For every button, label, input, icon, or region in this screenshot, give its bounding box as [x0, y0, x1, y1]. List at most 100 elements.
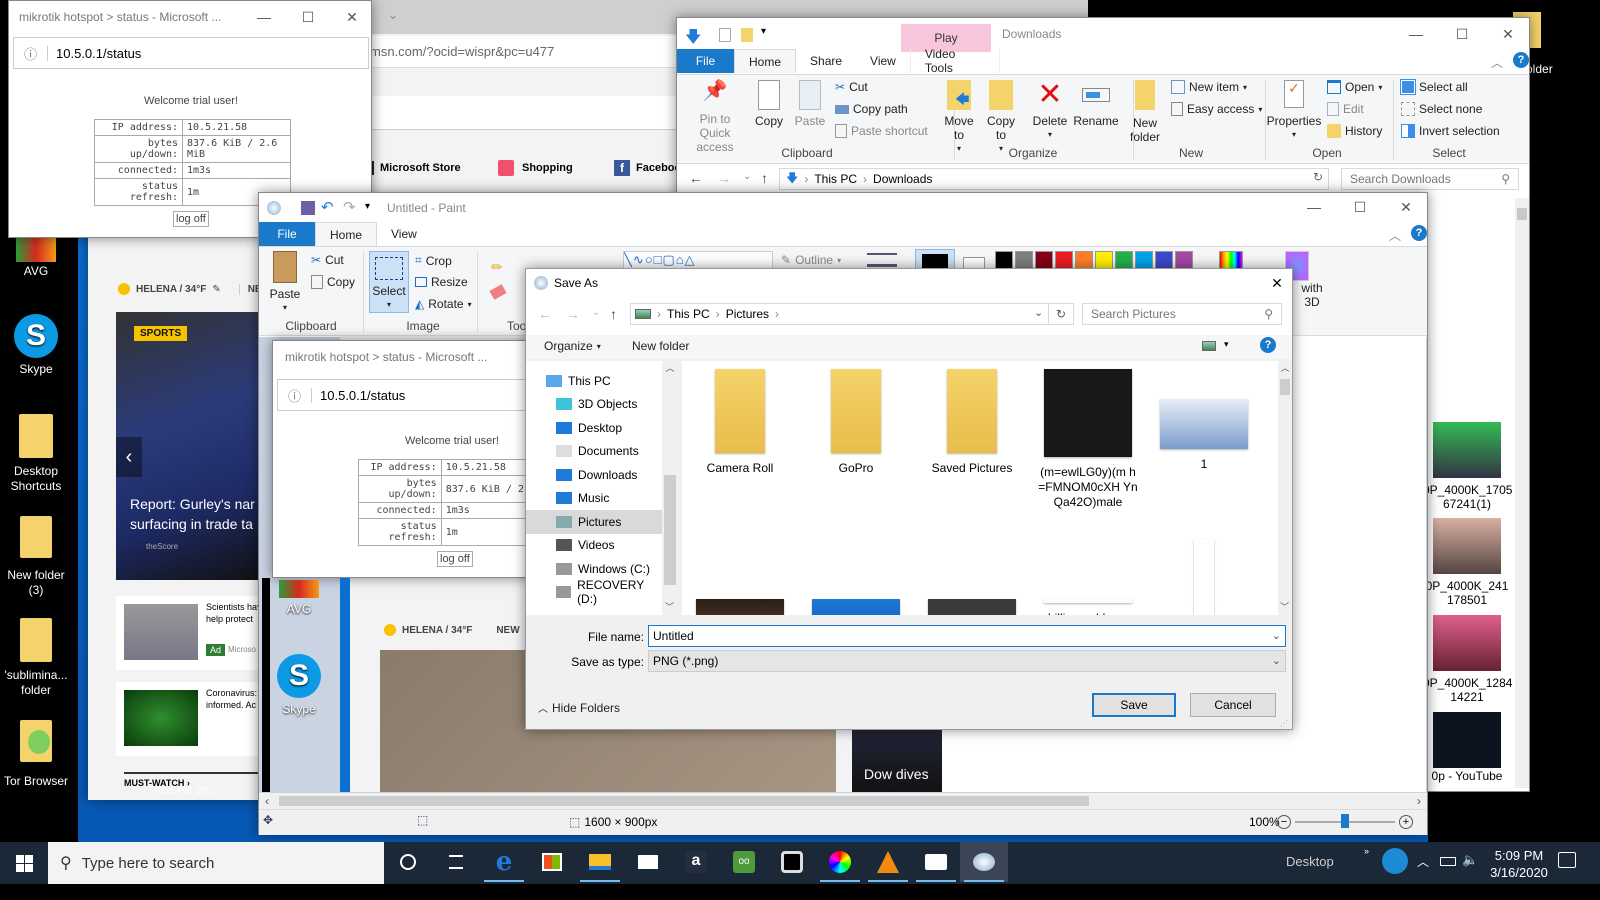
tab-share[interactable]: Share: [796, 49, 856, 73]
open-button[interactable]: Open ▾: [1327, 80, 1382, 94]
save-button[interactable]: Save: [1092, 693, 1176, 717]
cortana-button[interactable]: [384, 842, 432, 882]
recent-locations-button[interactable]: ⌄: [743, 171, 751, 182]
image-file-item[interactable]: bITMAPIMAGEIN: [1154, 539, 1254, 615]
video-thumbnail[interactable]: [1433, 615, 1501, 671]
desktop-icon-subliminal-folder[interactable]: 'sublimina... folder: [0, 618, 72, 698]
favorite-shopping[interactable]: Shopping: [498, 160, 573, 176]
taskbar-file-explorer[interactable]: [576, 842, 624, 882]
pin-quick-access-button[interactable]: 📌 Pin to Quick access: [683, 81, 747, 154]
qat-undo-icon[interactable]: ↶: [321, 198, 334, 216]
tab-file[interactable]: File: [259, 222, 315, 246]
chevron-down-icon[interactable]: ⌄: [1272, 629, 1281, 643]
clock[interactable]: 5:09 PM 3/16/2020: [1486, 847, 1552, 881]
video-thumbnail[interactable]: [1433, 518, 1501, 574]
properties-button[interactable]: ✓ Properties ▾: [1267, 80, 1321, 142]
cut-button[interactable]: ✂ Cut: [311, 253, 344, 267]
back-button[interactable]: ←: [689, 170, 703, 186]
log-off-button[interactable]: log off: [437, 551, 473, 567]
breadcrumb-pictures[interactable]: Pictures: [726, 307, 769, 321]
tray-app-icon[interactable]: [1382, 848, 1408, 874]
favorite-microsoft-store[interactable]: Microsoft Store: [370, 161, 461, 175]
outline-dropdown[interactable]: ✎ Outline ▾: [781, 253, 841, 267]
desktop-icon-skype[interactable]: S Skype: [0, 314, 72, 377]
toolbar-expand-icon[interactable]: »: [1364, 846, 1369, 856]
select-none-button[interactable]: Select none: [1401, 102, 1482, 116]
breadcrumb-this-pc[interactable]: This PC: [814, 172, 857, 186]
hotspot-titlebar[interactable]: mikrotik hotspot > status - Microsoft ..…: [273, 341, 541, 373]
tab-home[interactable]: Home: [315, 222, 378, 246]
folder-item[interactable]: GoPro: [806, 369, 906, 476]
qat-save-icon[interactable]: [301, 201, 315, 215]
paste-button[interactable]: Paste ▾: [267, 251, 303, 315]
back-button[interactable]: ←: [538, 306, 552, 322]
tab-view[interactable]: View: [856, 49, 910, 73]
info-icon[interactable]: ⓘ: [24, 44, 37, 63]
edit-button[interactable]: Edit: [1327, 102, 1364, 116]
taskbar-paint[interactable]: [960, 842, 1008, 882]
show-hidden-icons-button[interactable]: ︿: [1417, 853, 1429, 870]
minimize-button[interactable]: —: [1393, 18, 1439, 50]
qat-new-folder-icon[interactable]: [741, 28, 753, 42]
maximize-button[interactable]: ☐: [1439, 18, 1485, 50]
paste-shortcut-button[interactable]: Paste shortcut: [835, 124, 928, 138]
hide-folders-button[interactable]: ︿ Hide Folders: [538, 700, 620, 716]
taskbar-search-box[interactable]: ⚲ Type here to search: [48, 842, 384, 884]
news-card-coronavirus[interactable]: Coronavirus: informed. Ac: [116, 682, 264, 756]
scroll-right-button[interactable]: ›: [1417, 794, 1421, 808]
scroll-thumb[interactable]: [1280, 379, 1290, 395]
close-button[interactable]: ✕: [1485, 18, 1531, 50]
address-breadcrumb[interactable]: › This PC › Pictures ›: [630, 303, 1074, 325]
copy-to-button[interactable]: Copy to ▾: [983, 80, 1019, 156]
resize-grip[interactable]: ⋰: [1280, 719, 1288, 728]
new-folder-button[interactable]: New folder: [632, 339, 689, 353]
desktop-icon-avg[interactable]: AVG: [0, 238, 72, 279]
recent-locations-button[interactable]: ⌄: [592, 307, 600, 318]
rename-button[interactable]: Rename: [1073, 80, 1119, 128]
help-icon[interactable]: ?: [1513, 52, 1529, 68]
copy-button[interactable]: Copy: [311, 275, 355, 289]
taskbar-amazon[interactable]: a: [672, 842, 720, 882]
taskbar-tripadvisor[interactable]: oo: [720, 842, 768, 882]
delete-button[interactable]: ✕ Delete ▾: [1031, 80, 1069, 142]
easy-access-button[interactable]: Easy access ▾: [1171, 102, 1262, 116]
refresh-button[interactable]: ↻: [1313, 170, 1323, 184]
desktop-toolbar-label[interactable]: Desktop: [1286, 854, 1334, 869]
image-file-item[interactable]: 1: [1154, 369, 1254, 472]
nav-item[interactable]: Desktop: [526, 416, 662, 440]
desktop-icon-tor-browser[interactable]: Tor Browser: [0, 720, 72, 789]
scroll-left-button[interactable]: ‹: [265, 794, 269, 808]
address-dropdown-button[interactable]: ⌄: [1034, 306, 1043, 319]
organize-button[interactable]: Organize ▾: [544, 339, 601, 353]
resize-button[interactable]: Resize: [415, 275, 468, 289]
select-button[interactable]: Select ▾: [369, 251, 409, 313]
taskbar-store[interactable]: [528, 842, 576, 882]
image-file-item[interactable]: 610: [806, 539, 906, 615]
scroll-down-button[interactable]: ﹀: [1280, 600, 1289, 613]
copy-button[interactable]: Copy: [753, 80, 785, 128]
size-button[interactable]: [867, 253, 897, 267]
address-bar[interactable]: ⓘ 10.5.0.1/status: [277, 379, 541, 411]
taskbar-edge[interactable]: e: [480, 842, 528, 882]
nav-item[interactable]: Documents: [526, 440, 662, 464]
image-file-item[interactable]: (m=ewlLG0y)(m h=FMNOM0cXH YnQa42O)male: [1038, 369, 1138, 510]
taskbar-webcam[interactable]: [768, 842, 816, 882]
nav-item[interactable]: Pictures: [526, 510, 662, 534]
qat-redo-icon[interactable]: ↷: [343, 198, 356, 216]
task-view-button[interactable]: [432, 842, 480, 882]
hero-news-card[interactable]: SPORTS ‹ Report: Gurley's nar surfacing …: [116, 312, 264, 580]
desktop-icon-new-folder[interactable]: New folder (3): [0, 516, 72, 598]
paste-button[interactable]: Paste: [793, 80, 827, 128]
horizontal-scrollbar[interactable]: ‹ ›: [259, 793, 1427, 809]
up-button[interactable]: ↑: [610, 306, 617, 322]
qat-customize-icon[interactable]: ▾: [365, 201, 370, 212]
nav-item[interactable]: This PC: [526, 369, 662, 393]
nav-item[interactable]: Videos: [526, 534, 662, 558]
move-to-button[interactable]: 🡄 Move to ▾: [941, 80, 977, 156]
video-thumbnail[interactable]: [1433, 422, 1501, 478]
forward-button[interactable]: →: [566, 306, 580, 322]
close-button[interactable]: ✕: [329, 1, 375, 33]
rotate-button[interactable]: ◭ Rotate ▾: [415, 297, 472, 311]
scroll-up-button[interactable]: ︿: [662, 361, 678, 374]
close-button[interactable]: ✕: [1262, 269, 1292, 297]
